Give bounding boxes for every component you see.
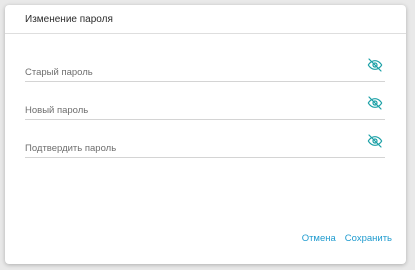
new-password-input[interactable] (25, 98, 355, 119)
eye-slash-icon[interactable] (367, 95, 383, 111)
new-password-field[interactable]: Новый пароль (25, 95, 385, 120)
save-button[interactable]: Сохранить (345, 233, 392, 244)
dialog-header: Изменение пароля (5, 5, 406, 34)
cancel-button[interactable]: Отмена (302, 233, 336, 244)
old-password-input[interactable] (25, 60, 355, 81)
confirm-password-input[interactable] (25, 136, 355, 157)
change-password-dialog: Изменение пароля Старый пароль Новый пар… (5, 5, 406, 264)
confirm-password-field[interactable]: Подтвердить пароль (25, 133, 385, 158)
dialog-actions: Отмена Сохранить (302, 233, 392, 244)
old-password-field[interactable]: Старый пароль (25, 57, 385, 82)
dialog-title: Изменение пароля (25, 14, 113, 25)
eye-slash-icon[interactable] (367, 57, 383, 73)
eye-slash-icon[interactable] (367, 133, 383, 149)
